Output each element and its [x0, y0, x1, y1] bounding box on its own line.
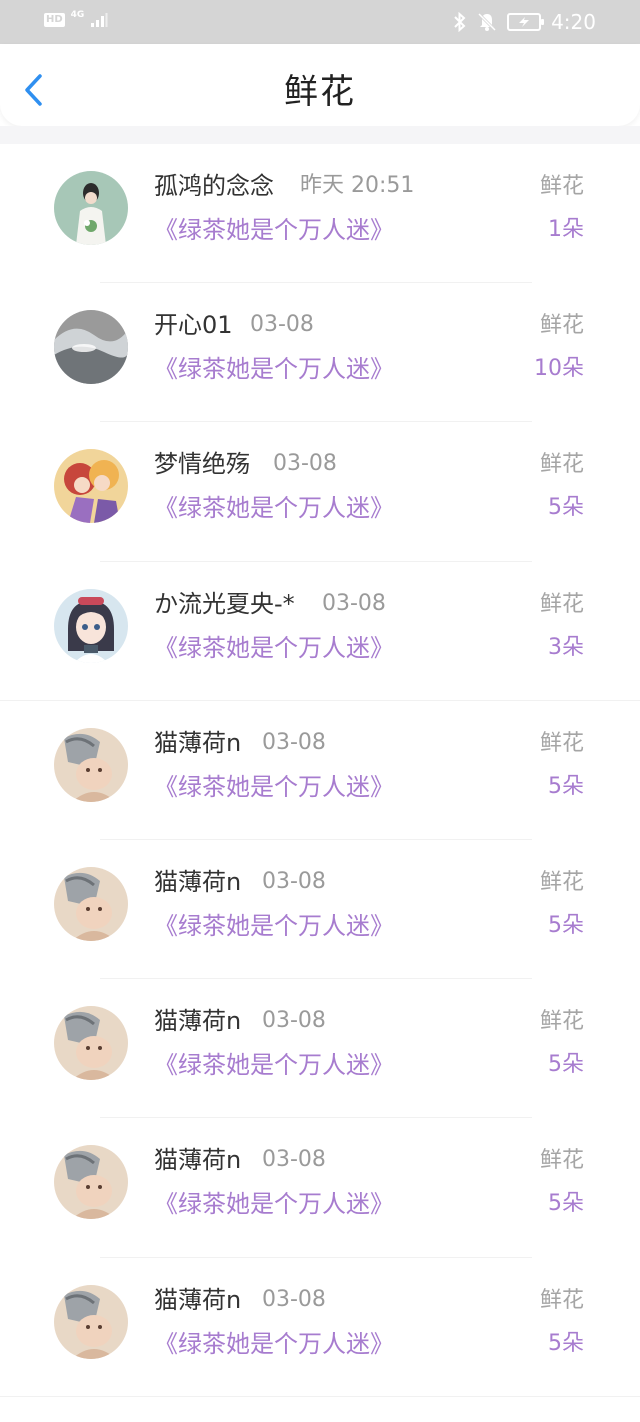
- gift-type: 鲜花: [539, 591, 584, 617]
- list-item[interactable]: 猫薄荷n 03-08 《绿茶她是个万人迷》 鲜花 5朵: [0, 1258, 640, 1397]
- gift-count: 5朵: [548, 1330, 584, 1356]
- user-name: 猫薄荷n: [154, 728, 242, 757]
- gift-date: 昨天 20:51: [300, 173, 415, 198]
- gift-type: 鲜花: [539, 452, 584, 478]
- book-title-link[interactable]: 《绿茶她是个万人迷》: [154, 1188, 394, 1220]
- user-name: 梦情绝殇: [154, 450, 250, 479]
- gift-count: 3朵: [548, 634, 584, 660]
- book-title-link[interactable]: 《绿茶她是个万人迷》: [154, 353, 394, 385]
- list-item[interactable]: 猫薄荷n 03-08 《绿茶她是个万人迷》 鲜花 5朵: [0, 1118, 640, 1258]
- avatar[interactable]: [54, 171, 128, 245]
- avatar[interactable]: [54, 1006, 128, 1081]
- book-title-link[interactable]: 《绿茶她是个万人迷》: [154, 771, 394, 803]
- list-item[interactable]: か流光夏央-* 03-08 《绿茶她是个万人迷》 鲜花 3朵: [0, 562, 640, 701]
- gift-count: 5朵: [548, 1191, 584, 1217]
- gift-date: 03-08: [273, 451, 337, 477]
- user-name: 开心01: [154, 311, 233, 340]
- avatar[interactable]: [54, 449, 128, 524]
- hd-badge: HD: [44, 13, 65, 27]
- user-name: 猫薄荷n: [154, 1285, 242, 1314]
- gift-count: 5朵: [548, 1052, 584, 1078]
- user-name: 孤鸿的念念: [154, 172, 274, 200]
- book-title-link[interactable]: 《绿茶她是个万人迷》: [154, 1049, 394, 1081]
- avatar[interactable]: [54, 866, 128, 941]
- avatar[interactable]: [54, 1145, 128, 1220]
- list-item[interactable]: 猫薄荷n 03-08 《绿茶她是个万人迷》 鲜花 5朵: [0, 701, 640, 840]
- avatar[interactable]: [54, 727, 128, 802]
- gift-date: 03-08: [250, 312, 314, 338]
- gift-date: 03-08: [262, 1147, 326, 1173]
- gift-count: 1朵: [548, 217, 584, 242]
- user-name: 猫薄荷n: [154, 867, 242, 896]
- user-name: か流光夏央-*: [154, 589, 295, 618]
- book-title-link[interactable]: 《绿茶她是个万人迷》: [154, 214, 394, 246]
- gift-count: 5朵: [548, 912, 584, 938]
- gift-type: 鲜花: [539, 730, 584, 756]
- book-title-link[interactable]: 《绿茶她是个万人迷》: [154, 632, 394, 664]
- divider: [0, 1395, 640, 1397]
- avatar[interactable]: [54, 1284, 128, 1359]
- book-title-link[interactable]: 《绿茶她是个万人迷》: [154, 492, 394, 524]
- bluetooth-icon: [454, 12, 466, 32]
- list-item[interactable]: 孤鸿的念念 昨天 20:51 《绿茶她是个万人迷》 鲜花 1朵: [0, 144, 640, 284]
- list-item[interactable]: 开心01 03-08 《绿茶她是个万人迷》 鲜花 10朵: [0, 283, 640, 423]
- battery-icon: [507, 13, 545, 31]
- clock: 4:20: [551, 10, 596, 34]
- gift-date: 03-08: [262, 1286, 326, 1312]
- gift-type: 鲜花: [539, 1287, 584, 1313]
- mute-bell-icon: [478, 12, 497, 32]
- header-gap: [0, 126, 640, 144]
- gift-date: 03-08: [262, 1008, 326, 1034]
- network-type: 4G: [70, 10, 85, 20]
- avatar[interactable]: [54, 310, 128, 385]
- book-title-link[interactable]: 《绿茶她是个万人迷》: [154, 910, 394, 942]
- gift-type: 鲜花: [539, 313, 584, 339]
- gift-date: 03-08: [262, 868, 326, 894]
- gift-type: 鲜花: [539, 1009, 584, 1035]
- gift-count: 10朵: [534, 356, 584, 382]
- book-title-link[interactable]: 《绿茶她是个万人迷》: [154, 1328, 394, 1360]
- gift-count: 5朵: [548, 773, 584, 799]
- gift-type: 鲜花: [539, 174, 584, 199]
- list-item[interactable]: 猫薄荷n 03-08 《绿茶她是个万人迷》 鲜花 5朵: [0, 840, 640, 980]
- list-item[interactable]: 猫薄荷n 03-08 《绿茶她是个万人迷》 鲜花 5朵: [0, 979, 640, 1119]
- gift-type: 鲜花: [539, 1148, 584, 1174]
- page-title: 鲜花: [284, 72, 356, 112]
- gift-date: 03-08: [262, 729, 326, 755]
- gift-date: 03-08: [322, 590, 386, 616]
- signal-icon: [91, 13, 108, 27]
- flower-list: 孤鸿的念念 昨天 20:51 《绿茶她是个万人迷》 鲜花 1朵 开心01 03-08 《绿茶她…: [0, 144, 640, 1397]
- gift-type: 鲜花: [539, 869, 584, 895]
- user-name: 猫薄荷n: [154, 1007, 242, 1036]
- status-bar: HD 4G 4:20: [0, 0, 640, 44]
- user-name: 猫薄荷n: [154, 1146, 242, 1175]
- list-item[interactable]: 梦情绝殇 03-08 《绿茶她是个万人迷》 鲜花 5朵: [0, 422, 640, 562]
- avatar[interactable]: [54, 588, 128, 663]
- header: 鲜花: [0, 44, 640, 126]
- gift-count: 5朵: [548, 495, 584, 521]
